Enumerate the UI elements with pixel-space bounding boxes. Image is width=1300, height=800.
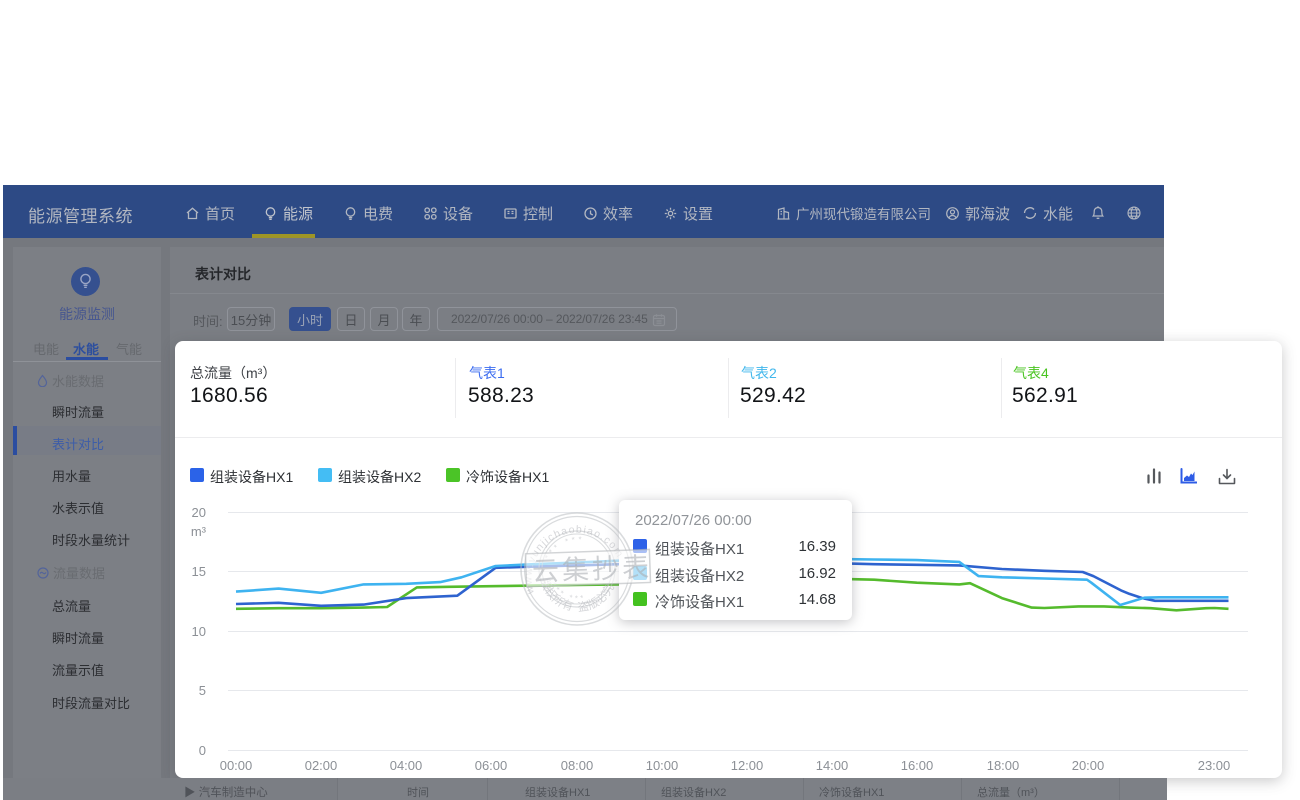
svg-text:云集抄表: 云集抄表 — [532, 552, 653, 586]
